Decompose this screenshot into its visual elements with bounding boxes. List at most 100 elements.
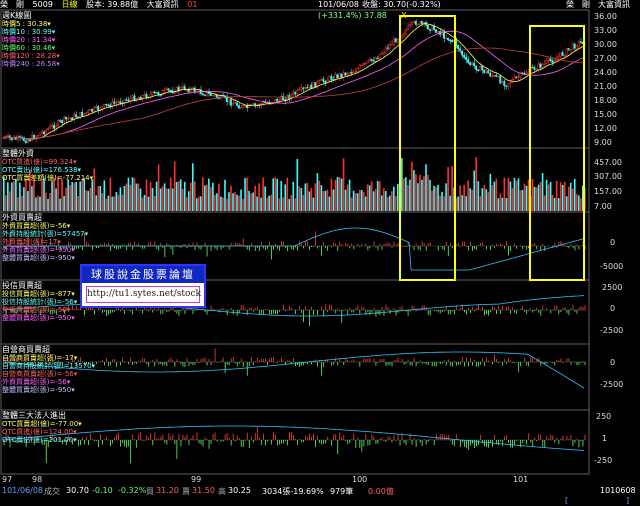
- candle-body: [117, 101, 120, 103]
- candle-body: [318, 80, 321, 83]
- volume-legend-sell[interactable]: OTC賣出(億)=176.538▾: [2, 166, 93, 174]
- volume-bar: [206, 184, 208, 211]
- volume-bar: [475, 157, 478, 211]
- candle-body: [445, 37, 447, 40]
- candle-body: [340, 73, 343, 78]
- candle-body: [507, 83, 510, 87]
- foreign-legend-0[interactable]: 外資買賣超(張)=-56▾: [2, 222, 88, 230]
- candle-body: [328, 76, 331, 81]
- volume-bar: [208, 178, 210, 211]
- candle-body: [451, 40, 453, 42]
- candle-body: [412, 21, 415, 23]
- candle-body: [95, 106, 98, 108]
- candle-body: [346, 73, 349, 76]
- volume-bar: [505, 197, 508, 211]
- dealer-legend-1[interactable]: 自營商持股統計(張)=13570▾: [2, 362, 95, 370]
- candle-body: [505, 85, 508, 87]
- x-tick-99: 99: [191, 475, 202, 484]
- total-legend-2[interactable]: OTC賣出(億)=201.00▾: [2, 436, 82, 444]
- volume-bar: [167, 188, 170, 211]
- candle-body: [402, 33, 405, 36]
- candle-body: [191, 87, 194, 89]
- volume-bar: [129, 184, 132, 211]
- candle-body: [276, 98, 279, 102]
- volume-bar: [485, 189, 488, 211]
- candle-body: [89, 108, 92, 111]
- chart-canvas[interactable]: X: [0, 0, 640, 506]
- trust-legend-0[interactable]: 投信買賣超(張)=-877▾: [2, 290, 77, 298]
- candle-body: [30, 135, 33, 141]
- dealer-pane-title: 自營商買賣超 自營商買賣超(張)=-17▾ 自營商持股統計(張)=13570▾ …: [2, 345, 95, 394]
- volume-bar: [515, 180, 518, 211]
- volume-bar: [429, 179, 431, 211]
- dealer-legend-3[interactable]: 外資買賣超(張)=-56▾: [2, 378, 95, 386]
- candle-body: [414, 21, 417, 25]
- volume-bar: [449, 195, 451, 211]
- volume-tick-1: 307.00: [594, 172, 622, 181]
- volume-bar: [53, 177, 55, 211]
- volume-bar: [549, 181, 552, 211]
- dealer-legend-2[interactable]: 自營商買賣超(張)=-56▾: [2, 370, 95, 378]
- volume-bar: [312, 197, 315, 211]
- dealer-tick-0: 0: [610, 358, 616, 367]
- ma20-legend[interactable]: 時價20 : 31.34▾: [2, 36, 60, 44]
- volume-bar: [411, 161, 413, 211]
- foreign-legend-4[interactable]: 整體買賣超(張)=-950▾: [2, 254, 88, 262]
- ma5-legend[interactable]: 時價5 : 30.38▾: [2, 20, 60, 28]
- volume-bar: [133, 178, 136, 211]
- volume-bar: [195, 198, 198, 211]
- foreign-legend-2[interactable]: 外資賣超(張)=17▾: [2, 238, 88, 246]
- volume-bar: [159, 188, 162, 211]
- ma240-legend[interactable]: 時價240 : 26.58▾: [2, 60, 60, 68]
- candle-body: [551, 60, 554, 63]
- watermark-url[interactable]: http://tu1.sytes.net/stock: [86, 286, 201, 303]
- volume-bar: [298, 186, 301, 211]
- total-legend-1[interactable]: OTC買進(億)=124.00▾: [2, 428, 82, 436]
- volume-bar: [306, 182, 309, 211]
- trust-legend-1[interactable]: 投信持股統計(張)=-56▾: [2, 298, 77, 306]
- candle-body: [235, 102, 238, 106]
- trust-legend-3[interactable]: 整體買賣超(張)=-950▾: [2, 314, 77, 322]
- candle-body: [119, 101, 122, 104]
- foreign-legend-1[interactable]: 外資持股統計(張)=57457▾: [2, 230, 88, 238]
- dealer-legend-4[interactable]: 整體買賣超(張)=-950▾: [2, 386, 95, 394]
- scroll-right-button[interactable]: ]: [626, 496, 629, 505]
- candle-body: [42, 131, 45, 135]
- candle-body: [36, 135, 39, 137]
- ma60-legend[interactable]: 時價60 : 30.46▾: [2, 44, 60, 52]
- ma120-legend[interactable]: 時價120 : 28.28▾: [2, 52, 60, 60]
- volume-bar: [79, 181, 82, 211]
- candle-body: [155, 92, 158, 94]
- candle-body: [302, 87, 305, 89]
- dealer-tick-1: -2500: [600, 380, 624, 389]
- volume-bar: [260, 197, 262, 211]
- forum-watermark[interactable]: 球股說金股票論壇 http://tu1.sytes.net/stock: [80, 264, 206, 308]
- volume-bar: [67, 179, 69, 211]
- volume-bar: [366, 184, 369, 211]
- volume-bar: [348, 179, 351, 211]
- candle-body: [292, 92, 295, 96]
- volume-bar: [421, 179, 423, 211]
- volume-bar: [545, 179, 548, 211]
- volume-bar: [107, 195, 110, 211]
- dealer-legend-0[interactable]: 自營商買賣超(張)=-17▾: [2, 354, 95, 362]
- volume-bar: [417, 183, 419, 211]
- candle-body: [481, 65, 484, 71]
- scroll-left-button[interactable]: [: [565, 496, 568, 505]
- volume-legend-diff[interactable]: OTC買賣差額(億)=-77.214▾: [2, 174, 93, 182]
- candle-body: [250, 104, 252, 106]
- candle-body: [430, 25, 433, 31]
- x-tick-97: 97: [2, 475, 13, 484]
- candle-body: [479, 65, 482, 72]
- foreign-legend-3[interactable]: 外資買賣超(張)=-950▾: [2, 246, 88, 254]
- trust-legend-2[interactable]: 外資買賣超(張)=-56▾: [2, 306, 77, 314]
- total-legend-0[interactable]: OTC買賣超(億)=-77.00▾: [2, 420, 82, 428]
- candle-body: [364, 62, 367, 65]
- volume-bar: [326, 189, 329, 211]
- candle-body: [567, 48, 570, 50]
- total-tick-2: -250: [594, 456, 613, 465]
- volume-bar: [163, 183, 166, 211]
- ma10-legend[interactable]: 時價10 : 30.99▾: [2, 28, 60, 36]
- volume-legend-buy[interactable]: OTC買進(億)=99.324▾: [2, 158, 93, 166]
- volume-bar: [471, 189, 474, 211]
